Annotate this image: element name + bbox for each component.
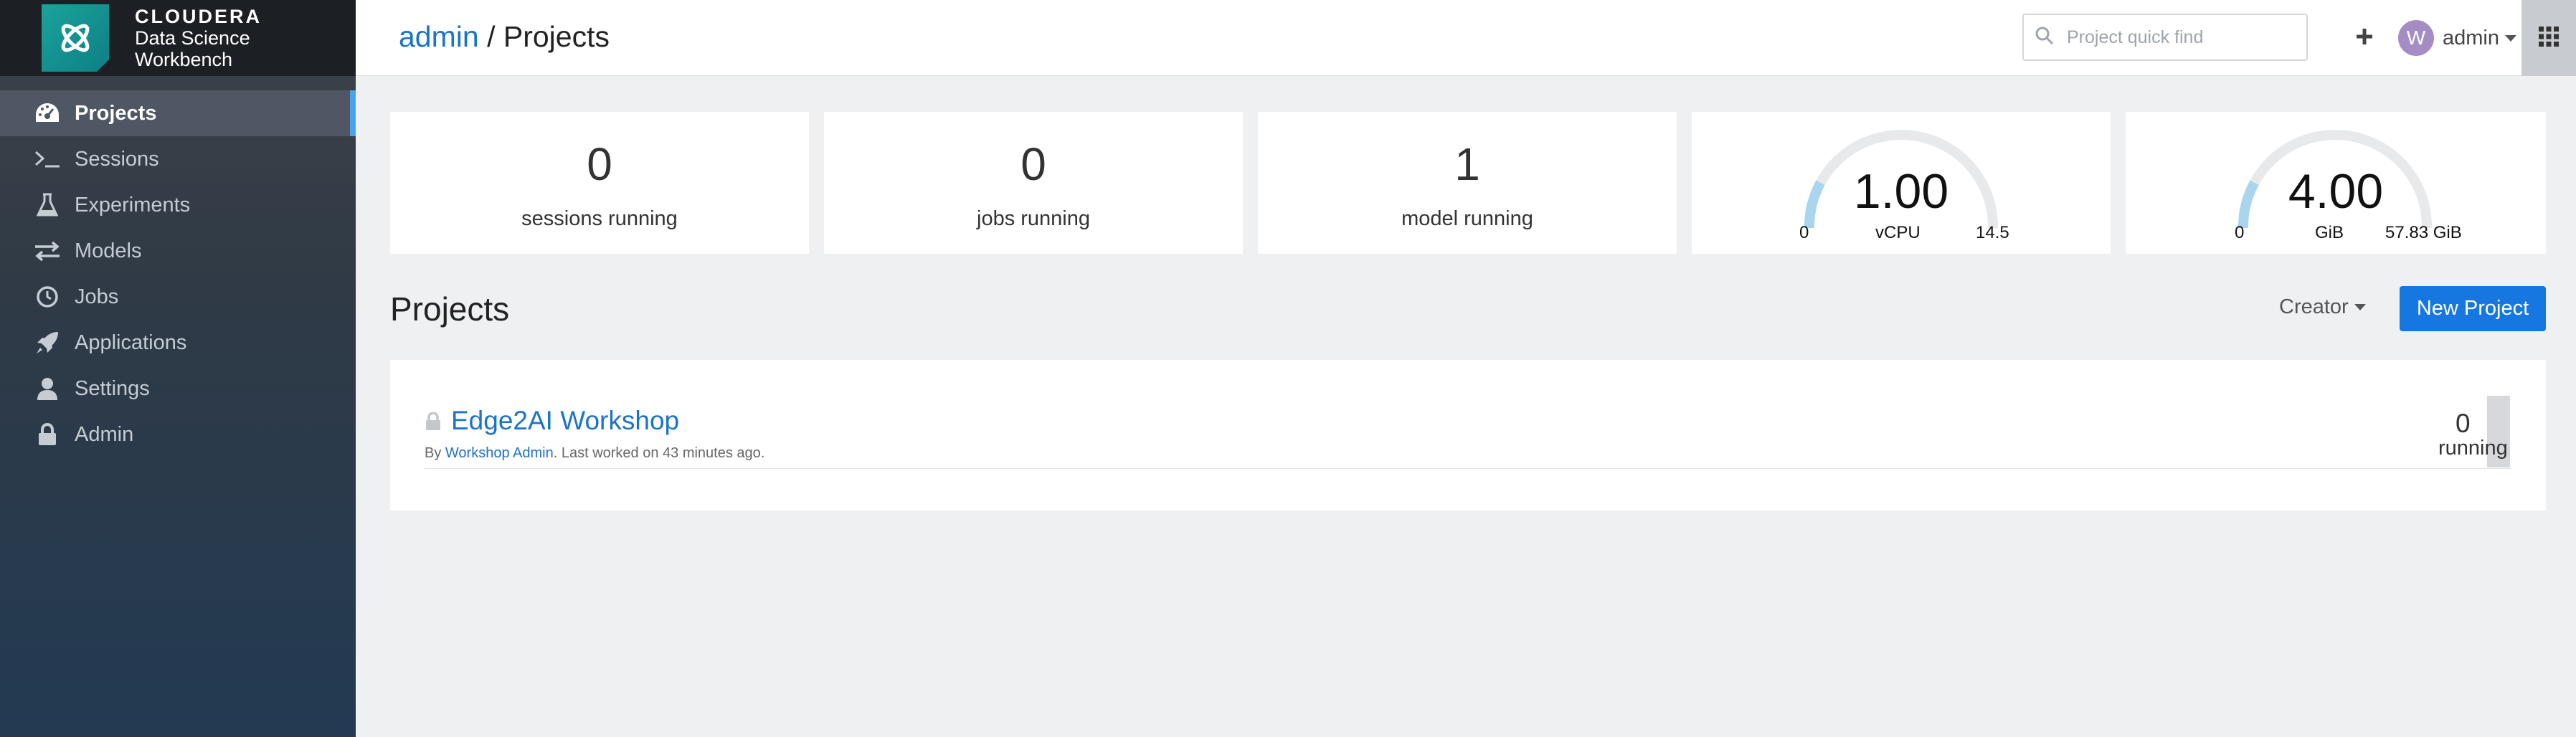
arrows-icon (33, 237, 62, 265)
sidebar-item-projects[interactable]: Projects (0, 90, 356, 136)
gauge-min: 0 (2235, 223, 2245, 242)
stat-label: jobs running (977, 207, 1090, 230)
top-header: admin / Projects W admin (356, 0, 2576, 76)
gauge-value: 1.00 (1853, 164, 1949, 219)
terminal-icon (33, 145, 62, 173)
project-creator-link[interactable]: Workshop Admin (445, 445, 554, 461)
project-meta-prefix: By (425, 445, 445, 461)
brand[interactable]: CLOUDERA Data Science Workbench (0, 0, 356, 76)
gauge-max: 57.83 GiB (2385, 223, 2462, 242)
lock-icon (33, 420, 62, 449)
grid-icon (2539, 26, 2559, 50)
breadcrumb: admin / Projects (399, 20, 610, 54)
user-icon (33, 374, 62, 403)
stat-label: sessions running (521, 207, 678, 230)
sidebar-item-label: Projects (75, 101, 157, 125)
projects-heading: Projects (390, 290, 510, 328)
sidebar-item-experiments[interactable]: Experiments (0, 182, 356, 228)
stat-value: 0 (587, 138, 612, 190)
sidebar-item-models[interactable]: Models (0, 228, 356, 274)
sidebar-item-label: Admin (75, 422, 134, 446)
rocket-icon (33, 328, 62, 357)
projects-list: Edge2AI Workshop By Workshop Admin. Last… (390, 360, 2546, 510)
username: admin (2443, 26, 2499, 49)
sidebar-nav: Projects Sessions Experiments Models Job… (0, 90, 356, 457)
dashboard-icon (33, 99, 62, 128)
user-menu[interactable]: W admin (2398, 20, 2516, 56)
brand-product-line1: Data Science (135, 27, 250, 49)
gauge-card-vcpu: 1.00 0 vCPU 14.5 (1692, 112, 2111, 254)
search-input[interactable] (2067, 27, 2303, 48)
avatar: W (2398, 20, 2434, 56)
plus-icon (2355, 21, 2374, 53)
sidebar-item-label: Applications (75, 331, 187, 354)
breadcrumb-current: Projects (503, 20, 610, 53)
sidebar-item-label: Settings (75, 376, 150, 400)
gauge-value: 4.00 (2288, 164, 2384, 219)
creator-filter-label: Creator (2279, 295, 2349, 318)
sidebar-item-label: Sessions (75, 147, 159, 171)
stat-card-jobs: 0 jobs running (824, 112, 1243, 254)
gauge-max: 14.5 (1976, 223, 2009, 242)
lock-icon (425, 412, 442, 434)
sidebar-item-jobs[interactable]: Jobs (0, 274, 356, 320)
project-last-worked: . Last worked on 43 minutes ago. (553, 445, 765, 461)
chevron-down-icon (2354, 304, 2366, 310)
sidebar-item-sessions[interactable]: Sessions (0, 136, 356, 182)
stat-card-sessions: 0 sessions running (390, 112, 809, 254)
project-meta: By Workshop Admin. Last worked on 43 min… (425, 445, 764, 462)
app-grid-button[interactable] (2521, 0, 2576, 76)
creator-filter-dropdown[interactable]: Creator (2279, 295, 2366, 319)
sidebar: CLOUDERA Data Science Workbench Projects… (0, 0, 356, 737)
add-button[interactable] (2345, 17, 2384, 56)
clock-icon (33, 282, 62, 311)
project-search[interactable] (2022, 14, 2308, 61)
flask-icon (33, 191, 62, 219)
brand-company: CLOUDERA (135, 6, 262, 27)
project-name-link[interactable]: Edge2AI Workshop (451, 406, 679, 436)
gauge-unit: vCPU (1875, 223, 1921, 242)
stat-label: model running (1401, 207, 1533, 230)
brand-product-line2: Workbench (135, 49, 233, 70)
sidebar-item-label: Jobs (75, 285, 119, 308)
gauge-unit: GiB (2315, 223, 2344, 242)
chevron-down-icon (2505, 34, 2516, 42)
cloudera-logo-icon (42, 4, 109, 72)
search-icon (2035, 27, 2054, 49)
stat-value: 1 (1454, 138, 1480, 190)
sidebar-item-label: Models (75, 239, 142, 262)
gauge-min: 0 (1799, 223, 1809, 242)
sidebar-item-label: Experiments (75, 193, 191, 217)
project-running-label: running (2438, 437, 2508, 460)
breadcrumb-link-admin[interactable]: admin (399, 20, 479, 53)
divider (425, 468, 2511, 469)
sidebar-item-admin[interactable]: Admin (0, 412, 356, 457)
new-project-button[interactable]: New Project (2400, 286, 2546, 331)
sidebar-item-applications[interactable]: Applications (0, 320, 356, 366)
gauge-card-memory: 4.00 0 GiB 57.83 GiB (2126, 112, 2546, 254)
breadcrumb-separator: / (478, 20, 503, 53)
stat-value: 0 (1021, 138, 1046, 190)
stat-card-models: 1 model running (1258, 112, 1677, 254)
sidebar-item-settings[interactable]: Settings (0, 366, 356, 412)
project-running-count: 0 (2456, 409, 2471, 438)
